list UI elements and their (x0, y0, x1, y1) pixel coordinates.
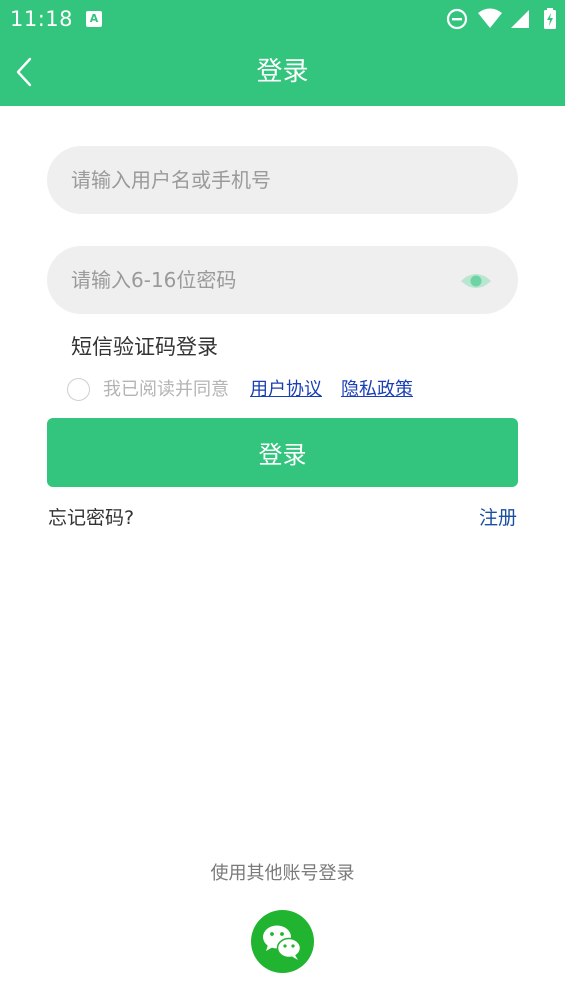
wifi-icon (478, 8, 502, 28)
user-agreement-link[interactable]: 用户协议 (250, 377, 322, 403)
app-header: 11:18 A 登录 (0, 0, 565, 106)
password-input[interactable] (47, 246, 518, 314)
signal-icon (511, 10, 529, 28)
agree-checkbox[interactable] (67, 378, 90, 401)
do-not-disturb-icon (446, 8, 468, 30)
agree-text: 我已阅读并同意 (103, 379, 229, 400)
notification-icon: A (86, 11, 102, 27)
sms-login-link[interactable]: 短信验证码登录 (71, 333, 218, 361)
username-input[interactable] (47, 146, 518, 214)
status-time: 11:18 (10, 7, 74, 31)
privacy-policy-link[interactable]: 隐私政策 (341, 377, 413, 403)
battery-icon (544, 8, 556, 29)
register-link[interactable]: 注册 (479, 505, 517, 531)
wechat-icon (263, 925, 302, 960)
other-login-label: 使用其他账号登录 (210, 863, 355, 884)
page-title: 登录 (256, 57, 309, 87)
status-bar: 11:18 A (0, 0, 565, 38)
login-button[interactable]: 登录 (47, 418, 518, 487)
eye-icon (461, 274, 491, 288)
wechat-login-button[interactable] (251, 910, 314, 973)
show-password-toggle[interactable] (458, 264, 494, 298)
forgot-password-link[interactable]: 忘记密码? (48, 505, 134, 531)
